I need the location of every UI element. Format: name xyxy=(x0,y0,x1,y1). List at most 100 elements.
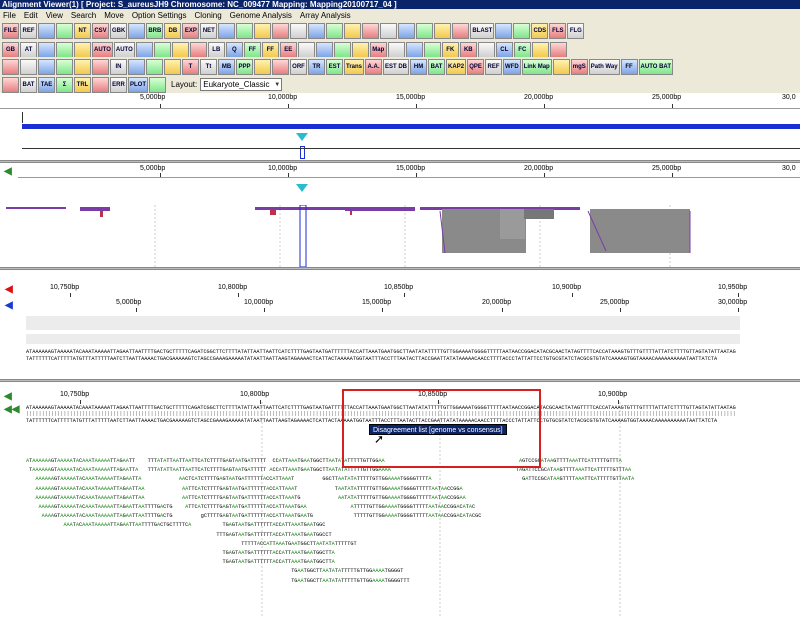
toolbar-button-icon[interactable] xyxy=(38,58,55,75)
read-sequence[interactable]: AATTCATCTTTTGAGTAATGATTTTTTACCATTAAAT xyxy=(182,486,297,493)
toolbar-button-icon[interactable] xyxy=(434,22,452,39)
toolbar-button-icon[interactable]: REF xyxy=(485,58,503,75)
alignment-scroll-left-icon[interactable]: ◀ xyxy=(4,392,12,402)
read-sequence[interactable]: ATTCATCTTTTGAGTAATGATTTTTTACCATTAAATGAA xyxy=(185,504,307,511)
read-sequence[interactable]: TAAAAAAGTAAAAATACAAATAAAAATTAGAATTA xyxy=(29,467,138,474)
toolbar-button-icon[interactable]: CL xyxy=(495,41,513,58)
toolbar-button-icon[interactable] xyxy=(146,58,163,75)
toolbar-button-icon[interactable] xyxy=(290,22,308,39)
toolbar-button-icon[interactable]: BAT xyxy=(20,76,37,93)
toolbar-button-icon[interactable]: FK xyxy=(441,41,459,58)
scroll-left-red-arrow-icon[interactable]: ◀ xyxy=(5,285,13,295)
genome-overview-bar[interactable] xyxy=(22,112,800,134)
toolbar-button-icon[interactable]: PLOT xyxy=(128,76,148,93)
toolbar-button-icon[interactable]: GBK xyxy=(110,22,128,39)
read-sequence[interactable]: TGAATGGCTTAATATATTTTTGTTGGAAAATGGGGT xyxy=(291,568,403,575)
toolbar-button-icon[interactable] xyxy=(254,58,271,75)
toolbar-button-icon[interactable] xyxy=(56,58,73,75)
read-sequence[interactable]: TGAATGGCTTAATATATTTTTGTTGGAAAATGGGGTTT xyxy=(291,578,409,585)
toolbar-button-icon[interactable] xyxy=(380,22,398,39)
toolbar-button-icon[interactable]: T xyxy=(182,58,199,75)
read-sequence[interactable]: AGTCCGCATAAGTTTTAAATTCATTTTTGTTTA xyxy=(519,458,622,465)
read-sequence[interactable]: AACTCATCTTTTGAGTAATGATTTTTTACCATTAAAT xyxy=(179,476,294,483)
toolbar-button-icon[interactable]: EXP xyxy=(182,22,200,39)
read-sequence[interactable]: GGCTTAATATATTTTTGTTGGAAAATGGGGTTTTA xyxy=(322,476,431,483)
read-sequence[interactable]: gCTTTTGAGTAATGATTTTTTACCATTAAATGAATG xyxy=(201,513,313,520)
menu-view[interactable]: View xyxy=(46,11,63,20)
toolbar-button-icon[interactable] xyxy=(333,41,351,58)
read-sequence[interactable]: ATAAAAAAGTAAAAATACAAATAAAAATTAGAATT xyxy=(26,458,135,465)
toolbar-button-icon[interactable]: WFD xyxy=(503,58,521,75)
scroll-left-arrow-icon[interactable]: ◀ xyxy=(4,167,12,177)
menu-search[interactable]: Search xyxy=(71,11,96,20)
toolbar-button-icon[interactable] xyxy=(38,22,55,39)
scroll-left-blue-arrow-icon[interactable]: ◀ xyxy=(5,301,13,311)
toolbar-button-icon[interactable] xyxy=(387,41,405,58)
toolbar-button-icon[interactable]: FF xyxy=(620,58,638,75)
layout-select[interactable]: Eukaryote_Classic xyxy=(200,78,283,91)
toolbar-button-icon[interactable]: FILE xyxy=(2,22,19,39)
toolbar-button-icon[interactable] xyxy=(171,41,189,58)
toolbar-button-icon[interactable] xyxy=(128,58,145,75)
toolbar-button-icon[interactable] xyxy=(416,22,434,39)
toolbar-button-icon[interactable]: FLS xyxy=(549,22,567,39)
toolbar-button-icon[interactable]: FF xyxy=(243,41,261,58)
toolbar-button-icon[interactable]: Map xyxy=(369,41,387,58)
toolbar-button-icon[interactable]: Tt xyxy=(200,58,217,75)
toolbar-button-icon[interactable] xyxy=(92,58,109,75)
toolbar-button-icon[interactable] xyxy=(272,58,289,75)
toolbar-button-icon[interactable] xyxy=(164,58,181,75)
toolbar-button-icon[interactable]: KAP2 xyxy=(446,58,467,75)
toolbar-button-icon[interactable] xyxy=(495,22,513,39)
toolbar-button-icon[interactable]: BAT xyxy=(428,58,446,75)
read-sequence[interactable]: ATTTTTGTTGGAAAATGGGGTTTTTAATAACCGGACATAC xyxy=(350,504,475,511)
toolbar-button-icon[interactable] xyxy=(297,41,315,58)
toolbar-button-icon[interactable] xyxy=(153,41,171,58)
toolbar-button-icon[interactable] xyxy=(405,41,423,58)
toolbar-button-icon[interactable]: NET xyxy=(200,22,218,39)
toolbar-button-icon[interactable]: REF xyxy=(20,22,37,39)
read-sequence[interactable]: AAATACAAATAAAAATTAGAATTAATTTTGACTGCTTTTC… xyxy=(63,522,191,529)
toolbar-button-icon[interactable] xyxy=(477,41,495,58)
toolbar-button-icon[interactable]: CDS xyxy=(531,22,549,39)
toolbar-button-icon[interactable] xyxy=(272,22,290,39)
read-sequence[interactable]: AAAAGTAAAAATACAAATAAAAATTAGAATTAATTTTGAC… xyxy=(42,513,173,520)
toolbar-button-icon[interactable]: EE xyxy=(279,41,297,58)
read-sequence[interactable]: AAAAAAGTAAAAATACAAATAAAAATTAGAATTAA xyxy=(35,486,144,493)
toolbar-button-icon[interactable]: AUTO BAT xyxy=(638,58,673,75)
read-sequence[interactable]: CCATTAAATGAATGGCTTAATATATTTTTGTTGGAA xyxy=(272,458,384,465)
toolbar-button-icon[interactable]: AT xyxy=(20,41,37,58)
toolbar-button-icon[interactable]: GB xyxy=(2,41,19,58)
toolbar-button-icon[interactable] xyxy=(398,22,416,39)
toolbar-button-icon[interactable]: EST DB xyxy=(383,58,410,75)
toolbar-button-icon[interactable]: ERR xyxy=(110,76,127,93)
toolbar-button-icon[interactable]: QPE xyxy=(467,58,485,75)
toolbar-button-icon[interactable] xyxy=(74,41,91,58)
toolbar-button-icon[interactable]: Path Way xyxy=(588,58,620,75)
toolbar-button-icon[interactable] xyxy=(74,58,91,75)
toolbar-button-icon[interactable]: TR xyxy=(308,58,325,75)
toolbar-button-icon[interactable]: A.A. xyxy=(365,58,383,75)
toolbar-button-icon[interactable]: BRB xyxy=(146,22,164,39)
toolbar-button-icon[interactable] xyxy=(344,22,362,39)
read-sequence[interactable]: TGAGTAATGATTTTTTACCATTAAATGAATGGCTTA xyxy=(223,559,335,566)
toolbar-button-icon[interactable] xyxy=(2,76,19,93)
toolbar-button-icon[interactable]: Σ xyxy=(56,76,73,93)
toolbar-button-icon[interactable] xyxy=(38,41,55,58)
toolbar-button-icon[interactable]: FF xyxy=(261,41,279,58)
toolbar-button-icon[interactable] xyxy=(92,76,109,93)
disagreement-tooltip[interactable]: Disagreement list [genome vs consensus] xyxy=(369,424,507,435)
toolbar-button-icon[interactable]: PPP xyxy=(236,58,253,75)
toolbar-button-icon[interactable]: KB xyxy=(459,41,477,58)
read-sequence[interactable]: AAAAAAGTAAAAATACAAATAAAAATTAGAATTAA xyxy=(35,495,144,502)
toolbar-button-icon[interactable]: MB xyxy=(218,58,235,75)
toolbar-button-icon[interactable]: ORF xyxy=(290,58,307,75)
menu-move[interactable]: Move xyxy=(104,11,124,20)
toolbar-button-icon[interactable]: EST xyxy=(326,58,343,75)
read-sequence[interactable]: TTTATATTAATTAATTCATCTTTTGAGTAATGATTTTT xyxy=(148,458,266,465)
toolbar-button-icon[interactable] xyxy=(135,41,153,58)
toolbar-button-icon[interactable]: DB xyxy=(164,22,182,39)
toolbar-button-icon[interactable]: BLAST xyxy=(470,22,495,39)
toolbar-button-icon[interactable]: AUTO xyxy=(92,41,113,58)
toolbar-button-icon[interactable]: Trans xyxy=(344,58,365,75)
